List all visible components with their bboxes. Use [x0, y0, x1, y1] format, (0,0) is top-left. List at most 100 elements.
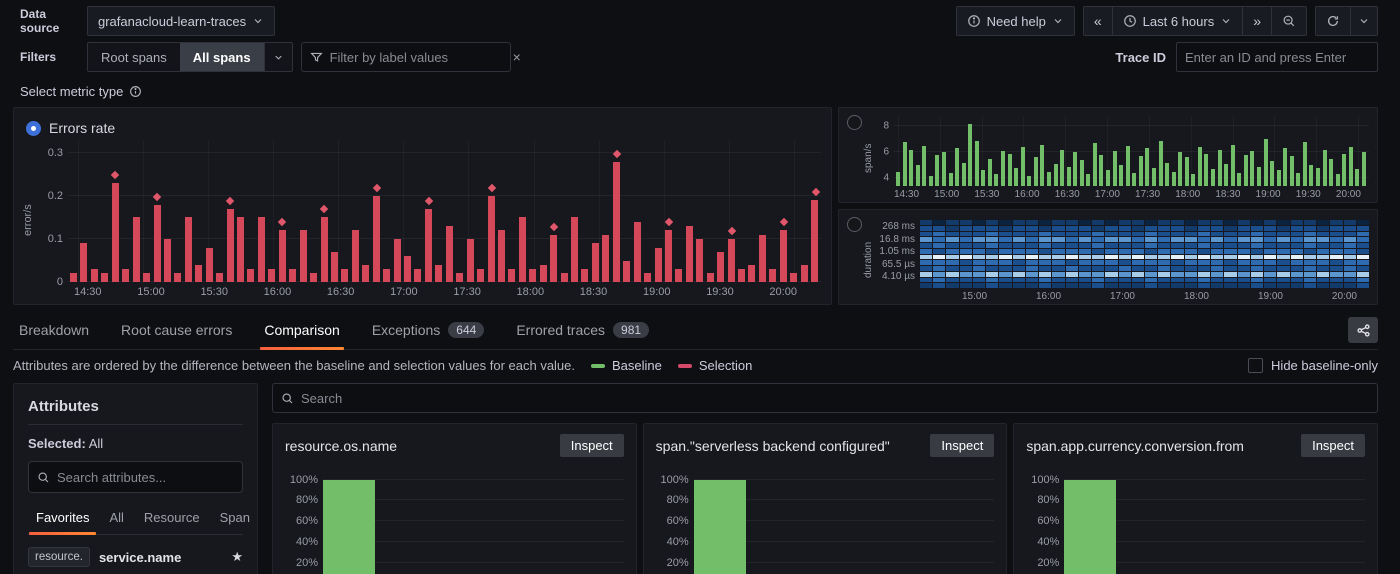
heatmap-cell — [1185, 243, 1197, 248]
data-source-picker[interactable]: grafanacloud-learn-traces — [87, 6, 275, 36]
bar — [143, 273, 150, 282]
bar — [561, 273, 568, 282]
heatmap-cell — [1079, 243, 1091, 248]
errors-rate-radio[interactable] — [26, 121, 41, 136]
info-circle-icon[interactable] — [129, 85, 142, 98]
scope-dropdown-button[interactable] — [264, 43, 292, 71]
attr-tab-resource[interactable]: Resource — [136, 504, 208, 534]
heatmap-cell — [1344, 237, 1356, 242]
refresh-interval-dropdown[interactable] — [1350, 6, 1378, 36]
x-tick-label: 17:30 — [1135, 189, 1160, 200]
bar — [759, 235, 766, 282]
attribute-item-service-name[interactable]: resource. service.name ★ — [28, 547, 243, 567]
heatmap-cell — [1304, 255, 1316, 260]
label-filter-input[interactable] — [330, 50, 506, 65]
heatmap-cell — [1251, 243, 1263, 248]
tab-exceptions[interactable]: Exceptions644 — [366, 313, 491, 349]
bar — [258, 217, 265, 282]
heatmap-cell — [986, 249, 998, 254]
x-tick-label: 17:30 — [453, 286, 481, 300]
bar — [1054, 164, 1058, 186]
heatmap-cell — [1251, 266, 1263, 271]
time-range-back-button[interactable]: « — [1083, 6, 1113, 36]
heatmap-cell — [1304, 249, 1316, 254]
trace-id-input[interactable] — [1185, 50, 1369, 65]
bar — [1283, 148, 1287, 186]
scope-option-root-spans[interactable]: Root spans — [88, 43, 180, 71]
heatmap-cell — [1132, 232, 1144, 237]
inspect-button[interactable]: Inspect — [930, 434, 994, 457]
bar — [1113, 151, 1117, 186]
heatmap-cell — [1039, 278, 1051, 283]
heatmap-cell — [1026, 272, 1038, 277]
tab-root-cause-errors[interactable]: Root cause errors — [115, 313, 238, 349]
duration-radio[interactable] — [847, 217, 862, 232]
rate-radio[interactable] — [847, 115, 862, 130]
bar — [994, 174, 998, 186]
errors-rate-panel[interactable]: Errors rate error/s 0.30.20.10 14:3015:0… — [13, 107, 832, 305]
heatmap-cell — [973, 272, 985, 277]
heatmap-cell — [1304, 237, 1316, 242]
y-tick-label: 0 — [57, 276, 63, 288]
bar — [949, 173, 953, 186]
tab-breakdown[interactable]: Breakdown — [13, 313, 95, 349]
star-icon[interactable]: ★ — [231, 549, 243, 565]
share-button[interactable] — [1348, 317, 1378, 343]
heatmap-cell — [1185, 278, 1197, 283]
heatmap-cell — [1211, 243, 1223, 248]
duration-panel[interactable]: duration 268 ms16.8 ms1.05 ms65.5 µs4.10… — [838, 209, 1378, 305]
y-tick-label: 60% — [296, 515, 318, 527]
attr-tab-all[interactable]: All — [101, 504, 131, 534]
attr-tab-favorites[interactable]: Favorites — [28, 504, 97, 534]
bar — [1303, 142, 1307, 186]
heatmap-cell — [1132, 237, 1144, 242]
inspect-button[interactable]: Inspect — [1301, 434, 1365, 457]
tab-comparison[interactable]: Comparison — [258, 313, 345, 349]
comparison-info-text: Attributes are ordered by the difference… — [13, 358, 575, 373]
heatmap-cell — [1132, 243, 1144, 248]
heatmap-cell — [1119, 278, 1131, 283]
y-axis-label: duration — [863, 218, 874, 302]
heatmap-cell — [946, 278, 958, 283]
heatmap-cell — [1211, 278, 1223, 283]
heatmap-cell — [1092, 272, 1104, 277]
refresh-button[interactable] — [1315, 6, 1351, 36]
heatmap-cell — [960, 272, 972, 277]
time-range-forward-button[interactable]: » — [1242, 6, 1272, 36]
scope-option-all-spans[interactable]: All spans — [180, 43, 264, 71]
heatmap-cell — [1291, 278, 1303, 283]
bar — [935, 155, 939, 186]
heatmap-cell — [986, 237, 998, 242]
heatmap-cell — [999, 260, 1011, 265]
x-tick-label: 15:00 — [934, 189, 959, 200]
chevron-down-icon — [252, 15, 264, 27]
need-help-button[interactable]: Need help — [956, 6, 1075, 36]
bar — [1323, 150, 1327, 186]
bar — [896, 172, 900, 186]
heatmap-cell — [1145, 255, 1157, 260]
x-tick-label: 17:00 — [1095, 189, 1120, 200]
bar — [1362, 152, 1366, 186]
heatmap-cell — [1052, 220, 1064, 225]
time-range-zoom-out-button[interactable] — [1271, 6, 1307, 36]
panel-title: span."serverless backend configured" — [656, 438, 890, 454]
heatmap-cell — [1251, 272, 1263, 277]
time-range-picker[interactable]: Last 6 hours — [1112, 6, 1244, 36]
tab-errored-traces[interactable]: Errored traces981 — [510, 313, 655, 349]
panel-search-input[interactable] — [301, 391, 1369, 406]
rate-panel[interactable]: span/s 864 14:3015:0015:3016:0016:3017:0… — [838, 107, 1378, 203]
metric-charts-row: Errors rate error/s 0.30.20.10 14:3015:0… — [13, 107, 1378, 305]
heatmap-cell — [1211, 266, 1223, 271]
clear-filter-icon[interactable]: × — [513, 49, 521, 65]
hide-baseline-only-checkbox[interactable] — [1248, 358, 1263, 373]
x-tick-label: 16:00 — [1015, 189, 1040, 200]
heatmap-cell — [1304, 272, 1316, 277]
attributes-search-input[interactable] — [57, 470, 234, 485]
heatmap-cell — [920, 283, 932, 288]
heatmap-cell — [1171, 226, 1183, 231]
inspect-button[interactable]: Inspect — [560, 434, 624, 457]
y-axis: 100%80%60%40%20%0% — [1026, 467, 1064, 574]
y-tick-label: 80% — [1037, 494, 1059, 506]
attr-tab-span[interactable]: Span — [212, 504, 258, 534]
heatmap-cell — [1013, 226, 1025, 231]
